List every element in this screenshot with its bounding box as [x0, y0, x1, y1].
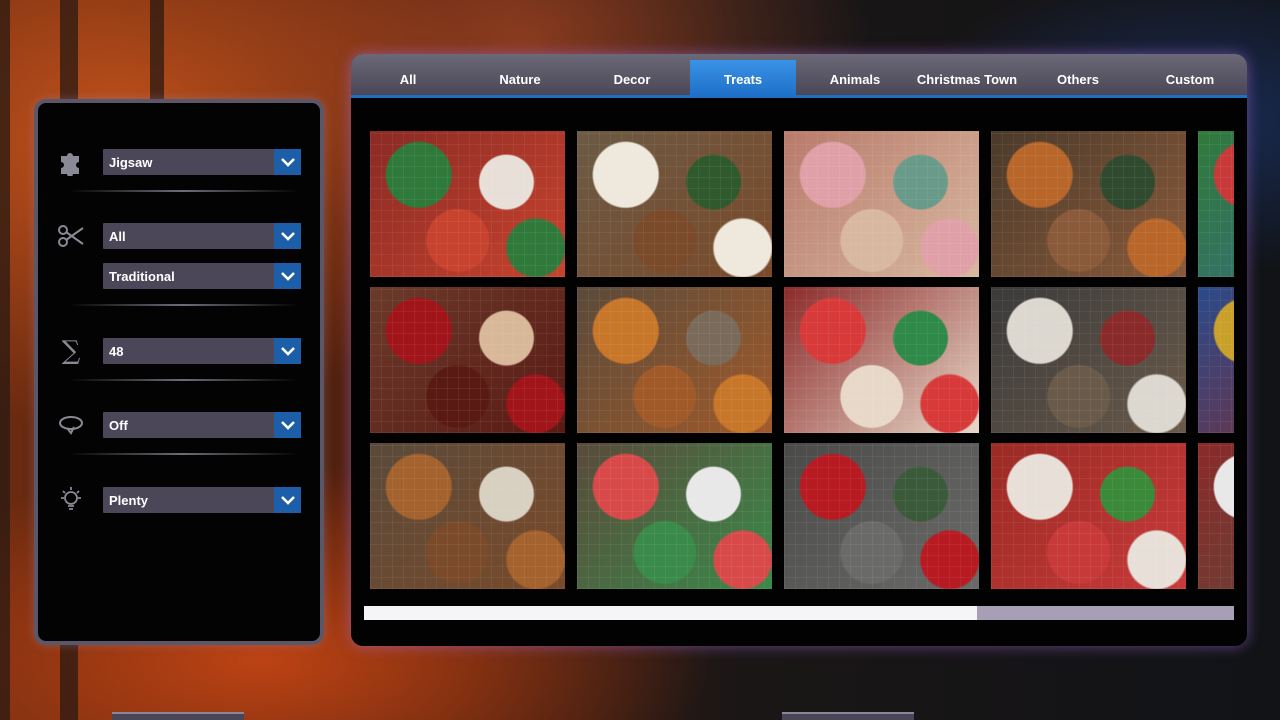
- puzzle-thumbnail[interactable]: [1198, 131, 1234, 277]
- hints-row: Plenty: [56, 485, 301, 515]
- chevron-down-icon[interactable]: [274, 263, 301, 289]
- puzzle-thumbnail[interactable]: [577, 287, 772, 433]
- cut-set-dropdown[interactable]: All: [103, 223, 301, 249]
- dropdown-value: Jigsaw: [109, 154, 153, 170]
- options-panel: Jigsaw All Traditional ∑ 48 Off Plenty: [34, 99, 324, 645]
- chevron-down-icon[interactable]: [274, 487, 301, 513]
- chevron-down-icon[interactable]: [274, 223, 301, 249]
- divider: [68, 190, 298, 192]
- rotation-dropdown[interactable]: Off: [103, 412, 301, 438]
- puzzle-thumbnail[interactable]: [577, 131, 772, 277]
- tab-label: Decor: [613, 71, 651, 87]
- dropdown-value: 48: [109, 343, 124, 359]
- tab-label: Nature: [499, 71, 541, 87]
- tab-custom[interactable]: Custom: [1137, 60, 1243, 98]
- puzzle-piece-icon: [56, 147, 86, 177]
- piece-count-dropdown[interactable]: 48: [103, 338, 301, 364]
- puzzle-thumbnail[interactable]: [1198, 287, 1234, 433]
- chevron-down-icon[interactable]: [274, 149, 301, 175]
- chevron-down-icon[interactable]: [274, 338, 301, 364]
- tab-treats[interactable]: Treats: [690, 60, 796, 98]
- chevron-down-icon[interactable]: [274, 412, 301, 438]
- puzzle-grid: [370, 131, 1234, 589]
- scrollbar-thumb[interactable]: [364, 606, 978, 620]
- puzzle-thumbnail[interactable]: [370, 287, 565, 433]
- tab-label: Others: [1057, 71, 1099, 87]
- bottom-left-button[interactable]: [112, 712, 244, 720]
- tab-christmas-town[interactable]: Christmas Town: [907, 60, 1027, 98]
- lightbulb-icon: [56, 485, 86, 515]
- divider: [68, 453, 298, 455]
- tab-label: Animals: [829, 71, 881, 87]
- puzzle-thumbnail[interactable]: [784, 131, 979, 277]
- puzzle-thumbnail[interactable]: [370, 131, 565, 277]
- puzzle-browser-panel: All Nature Decor Treats Animals Christma…: [351, 54, 1247, 646]
- dropdown-value: Off: [109, 417, 128, 433]
- dropdown-value: All: [109, 228, 126, 244]
- rotation-row: Off: [56, 410, 301, 440]
- puzzle-thumbnail[interactable]: [1198, 443, 1234, 589]
- puzzle-thumbnail[interactable]: [370, 443, 565, 589]
- puzzle-thumbnail[interactable]: [784, 443, 979, 589]
- tab-label: Christmas Town: [916, 71, 1018, 87]
- puzzle-type-row: Jigsaw: [56, 147, 301, 177]
- dropdown-value: Traditional: [109, 268, 175, 284]
- puzzle-thumbnail[interactable]: [991, 131, 1186, 277]
- blank-icon-slot: [56, 261, 86, 291]
- tab-decor[interactable]: Decor: [579, 60, 685, 98]
- rotate-icon: [56, 410, 86, 440]
- tab-label: Treats: [723, 71, 763, 87]
- bottom-right-button[interactable]: [782, 712, 914, 720]
- tab-label: All: [399, 71, 417, 87]
- category-tab-bar: All Nature Decor Treats Animals Christma…: [351, 54, 1247, 98]
- divider: [68, 304, 298, 306]
- sigma-icon: ∑: [61, 336, 81, 366]
- puzzle-type-dropdown[interactable]: Jigsaw: [103, 149, 301, 175]
- tree-trunk: [0, 0, 10, 720]
- cut-style-dropdown[interactable]: Traditional: [103, 263, 301, 289]
- dropdown-value: Plenty: [109, 492, 149, 508]
- tab-others[interactable]: Others: [1025, 60, 1131, 98]
- piece-count-row: ∑ 48: [56, 336, 301, 366]
- puzzle-thumbnail[interactable]: [991, 443, 1186, 589]
- scissors-icon: [56, 221, 86, 251]
- puzzle-thumbnail[interactable]: [577, 443, 772, 589]
- tree-trunk: [150, 0, 164, 100]
- hints-dropdown[interactable]: Plenty: [103, 487, 301, 513]
- tab-nature[interactable]: Nature: [467, 60, 573, 98]
- tab-label: Custom: [1165, 71, 1215, 87]
- tab-all[interactable]: All: [355, 60, 461, 98]
- divider: [68, 379, 298, 381]
- puzzle-thumbnail[interactable]: [784, 287, 979, 433]
- tab-animals[interactable]: Animals: [802, 60, 908, 98]
- puzzle-thumbnail[interactable]: [991, 287, 1186, 433]
- cut-style-row: Traditional: [56, 261, 301, 291]
- horizontal-scrollbar[interactable]: [364, 606, 1234, 620]
- cut-row: All: [56, 221, 301, 251]
